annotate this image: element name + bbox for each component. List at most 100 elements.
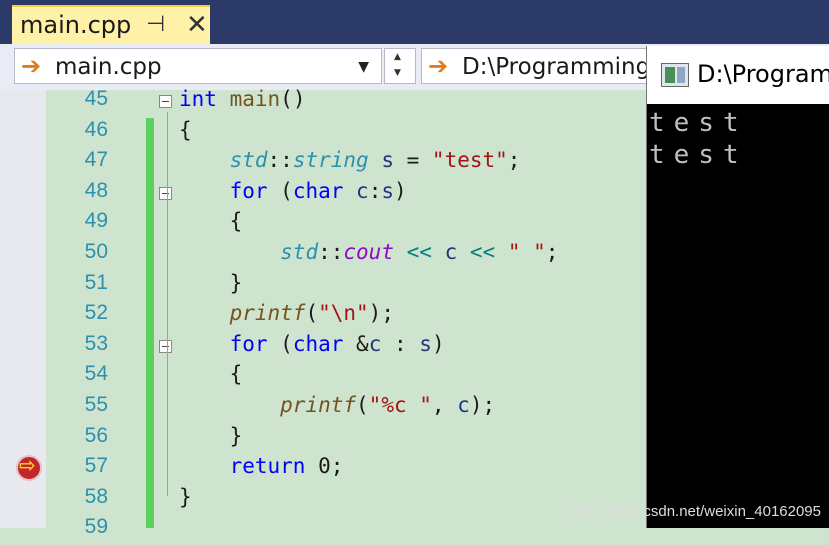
- code-line[interactable]: 55 printf("%c ", c);: [46, 393, 646, 423]
- code-token: <<: [469, 240, 496, 264]
- line-number: 51: [84, 270, 108, 294]
- code-text: }: [179, 270, 243, 295]
- arrow-right-icon: ➔: [428, 52, 449, 80]
- code-text: printf("%c ", c);: [179, 393, 495, 417]
- caret-down-icon[interactable]: ▼: [394, 68, 401, 78]
- code-token: ): [394, 178, 407, 203]
- code-token: for: [229, 331, 268, 356]
- code-token: c: [368, 331, 382, 356]
- code-editor[interactable]: 45 int main() 46{47 std::string s = "test"…: [46, 87, 646, 538]
- code-text: for (char c:s): [179, 179, 407, 203]
- code-line[interactable]: 52 printf("\n");: [46, 301, 646, 331]
- code-token: "\n": [318, 301, 369, 326]
- code-token: :: [368, 178, 382, 203]
- scope-dropdown[interactable]: ➔ D:\Programming: [421, 48, 661, 84]
- code-line[interactable]: 48 for (char c:s): [46, 179, 646, 209]
- code-line[interactable]: 54 {: [46, 362, 646, 392]
- code-text: printf("\n");: [179, 301, 394, 325]
- line-number: 46: [84, 117, 108, 141]
- code-token: }: [179, 484, 192, 509]
- file-dropdown-value: main.cpp: [55, 54, 162, 80]
- caret-up-icon[interactable]: ▲: [394, 52, 401, 62]
- code-token: c: [444, 240, 458, 264]
- collapse-icon[interactable]: [159, 95, 172, 108]
- outline-guide: [167, 112, 168, 496]
- line-number: 54: [84, 362, 108, 386]
- line-number: 48: [84, 178, 108, 202]
- line-number: 57: [84, 454, 108, 478]
- code-token: return: [229, 454, 306, 479]
- code-line[interactable]: 56 }: [46, 424, 646, 454]
- code-line[interactable]: 58}: [46, 485, 646, 515]
- console-output-line: test: [649, 140, 748, 170]
- code-line[interactable]: 46 {: [46, 118, 646, 148]
- code-text: {: [179, 209, 243, 234]
- code-line[interactable]: 59: [46, 515, 646, 545]
- console-window[interactable]: D:\Program test test: [646, 46, 829, 528]
- change-tracking-bar: [146, 118, 154, 528]
- collapse-icon[interactable]: [159, 339, 172, 353]
- code-line[interactable]: 57 return 0;: [46, 454, 646, 484]
- code-text: {: [179, 362, 243, 386]
- code-line[interactable]: 49 {: [46, 209, 646, 239]
- tab-title: main.cpp: [20, 11, 132, 39]
- line-number: 59: [84, 515, 108, 539]
- current-statement-breakpoint-icon[interactable]: [16, 453, 42, 481]
- navigation-spinner[interactable]: ▲ ▼: [384, 48, 416, 84]
- code-token: main: [229, 87, 281, 111]
- code-token: (: [356, 393, 369, 417]
- code-line[interactable]: 45 int main(): [46, 87, 646, 117]
- code-token: (: [267, 178, 293, 203]
- scope-dropdown-value: D:\Programming: [462, 54, 651, 80]
- code-token: std: [229, 148, 268, 173]
- code-token: ;: [545, 240, 559, 264]
- code-token: {: [179, 117, 192, 142]
- code-text: for (char &c : s): [179, 332, 445, 356]
- code-token: {: [179, 209, 243, 234]
- line-number: 52: [84, 301, 108, 325]
- code-line[interactable]: 47 std::string s = "test";: [46, 148, 646, 178]
- line-number: 47: [84, 148, 108, 172]
- code-token: for: [229, 178, 268, 203]
- close-icon[interactable]: ✕: [186, 10, 208, 40]
- file-dropdown[interactable]: ➔ main.cpp ▼: [14, 48, 382, 84]
- code-token: );: [368, 301, 394, 326]
- code-token: }: [179, 270, 243, 295]
- code-token: c: [356, 178, 369, 203]
- code-token: (: [267, 331, 293, 356]
- pin-icon[interactable]: ⊣: [146, 12, 165, 37]
- code-token: "%c ": [368, 393, 432, 417]
- code-line[interactable]: 51 }: [46, 271, 646, 301]
- line-number: 53: [84, 331, 108, 355]
- code-token: (: [305, 301, 319, 326]
- code-token: ,: [431, 393, 458, 417]
- code-token: s: [381, 148, 394, 173]
- code-token: int: [179, 87, 217, 111]
- line-number: 49: [84, 209, 108, 233]
- code-token: s: [419, 331, 432, 356]
- code-line[interactable]: 50 std::cout << c << " ";: [46, 240, 646, 270]
- code-line[interactable]: 53 for (char &c : s): [46, 332, 646, 362]
- tab-main-cpp[interactable]: main.cpp ⊣ ✕: [12, 5, 210, 44]
- code-token: "test": [431, 148, 508, 173]
- collapse-icon[interactable]: [159, 186, 172, 200]
- console-title-bar[interactable]: D:\Program: [647, 46, 829, 104]
- line-number: 55: [84, 393, 108, 416]
- console-output-line: test: [649, 108, 748, 138]
- code-token: );: [469, 393, 496, 417]
- code-text: }: [179, 424, 243, 448]
- chevron-down-icon[interactable]: ▼: [358, 59, 369, 75]
- code-text: std::string s = "test";: [179, 148, 521, 173]
- line-number: 58: [84, 484, 108, 508]
- code-text: return 0;: [179, 454, 344, 479]
- code-token: =: [393, 148, 432, 173]
